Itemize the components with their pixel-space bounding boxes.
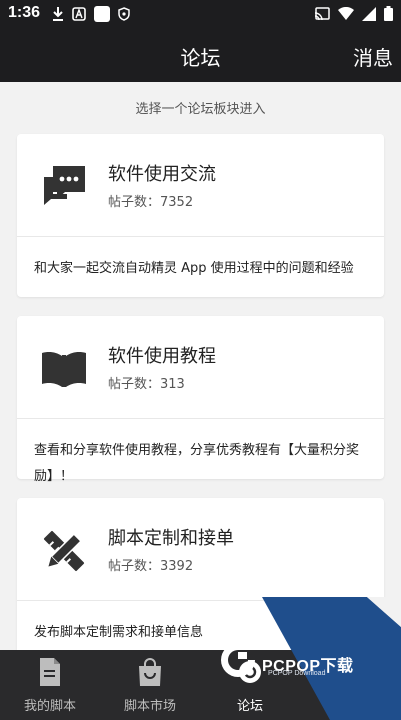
card-divider xyxy=(17,418,384,419)
section-hint: 选择一个论坛板块进入 xyxy=(135,102,266,117)
tab-label: 脚本市场 xyxy=(123,699,176,714)
document-icon xyxy=(40,658,60,686)
cast-icon xyxy=(314,6,330,20)
post-count: 帖子数：3392 xyxy=(108,559,194,574)
forum-name: 软件使用交流 xyxy=(108,164,216,185)
battery-icon xyxy=(384,6,393,21)
forum-description: 查看和分享软件使用教程，分享优秀教程有【大量积分奖励】！ xyxy=(34,443,360,484)
forum-name: 脚本定制和接单 xyxy=(108,528,234,549)
download-icon xyxy=(53,7,63,21)
forum-description: 和大家一起交流自动精灵 App 使用过程中的问题和经验 xyxy=(34,261,354,276)
tab-label: 我的脚本 xyxy=(23,699,76,714)
messages-button[interactable]: 消息 xyxy=(353,42,393,71)
post-count: 帖子数：313 xyxy=(108,377,185,392)
watermark-subtext: PCPOP Download xyxy=(268,670,326,677)
tab-my-scripts[interactable]: 我的脚本 xyxy=(0,650,100,720)
forum-card-software-tutorial[interactable]: 软件使用教程 帖子数：313 查看和分享软件使用教程，分享优秀教程有【大量积分奖… xyxy=(17,316,384,484)
wifi-icon xyxy=(338,6,354,20)
watermark-logo-icon xyxy=(221,643,255,677)
square-app-icon xyxy=(94,6,110,22)
page-title: 论坛 xyxy=(180,46,221,70)
app-bar: 论坛 消息 xyxy=(0,28,401,82)
app-a-icon xyxy=(72,7,86,21)
tab-script-market[interactable]: 脚本市场 xyxy=(100,650,200,720)
card-divider xyxy=(17,236,384,237)
chat-bubbles-icon xyxy=(44,166,85,205)
pencil-ruler-icon xyxy=(43,530,85,572)
signal-icon xyxy=(362,6,376,21)
post-count: 帖子数：7352 xyxy=(108,195,194,210)
forum-name: 软件使用教程 xyxy=(108,346,216,367)
forum-card-software-discussion[interactable]: 软件使用交流 帖子数：7352 和大家一起交流自动精灵 App 使用过程中的问题… xyxy=(17,134,384,297)
status-bar: 1:36 xyxy=(0,0,401,28)
shield-icon xyxy=(118,7,130,21)
status-time: 1:36 xyxy=(8,4,41,21)
shopping-bag-icon xyxy=(139,658,161,686)
open-book-icon xyxy=(42,352,86,387)
